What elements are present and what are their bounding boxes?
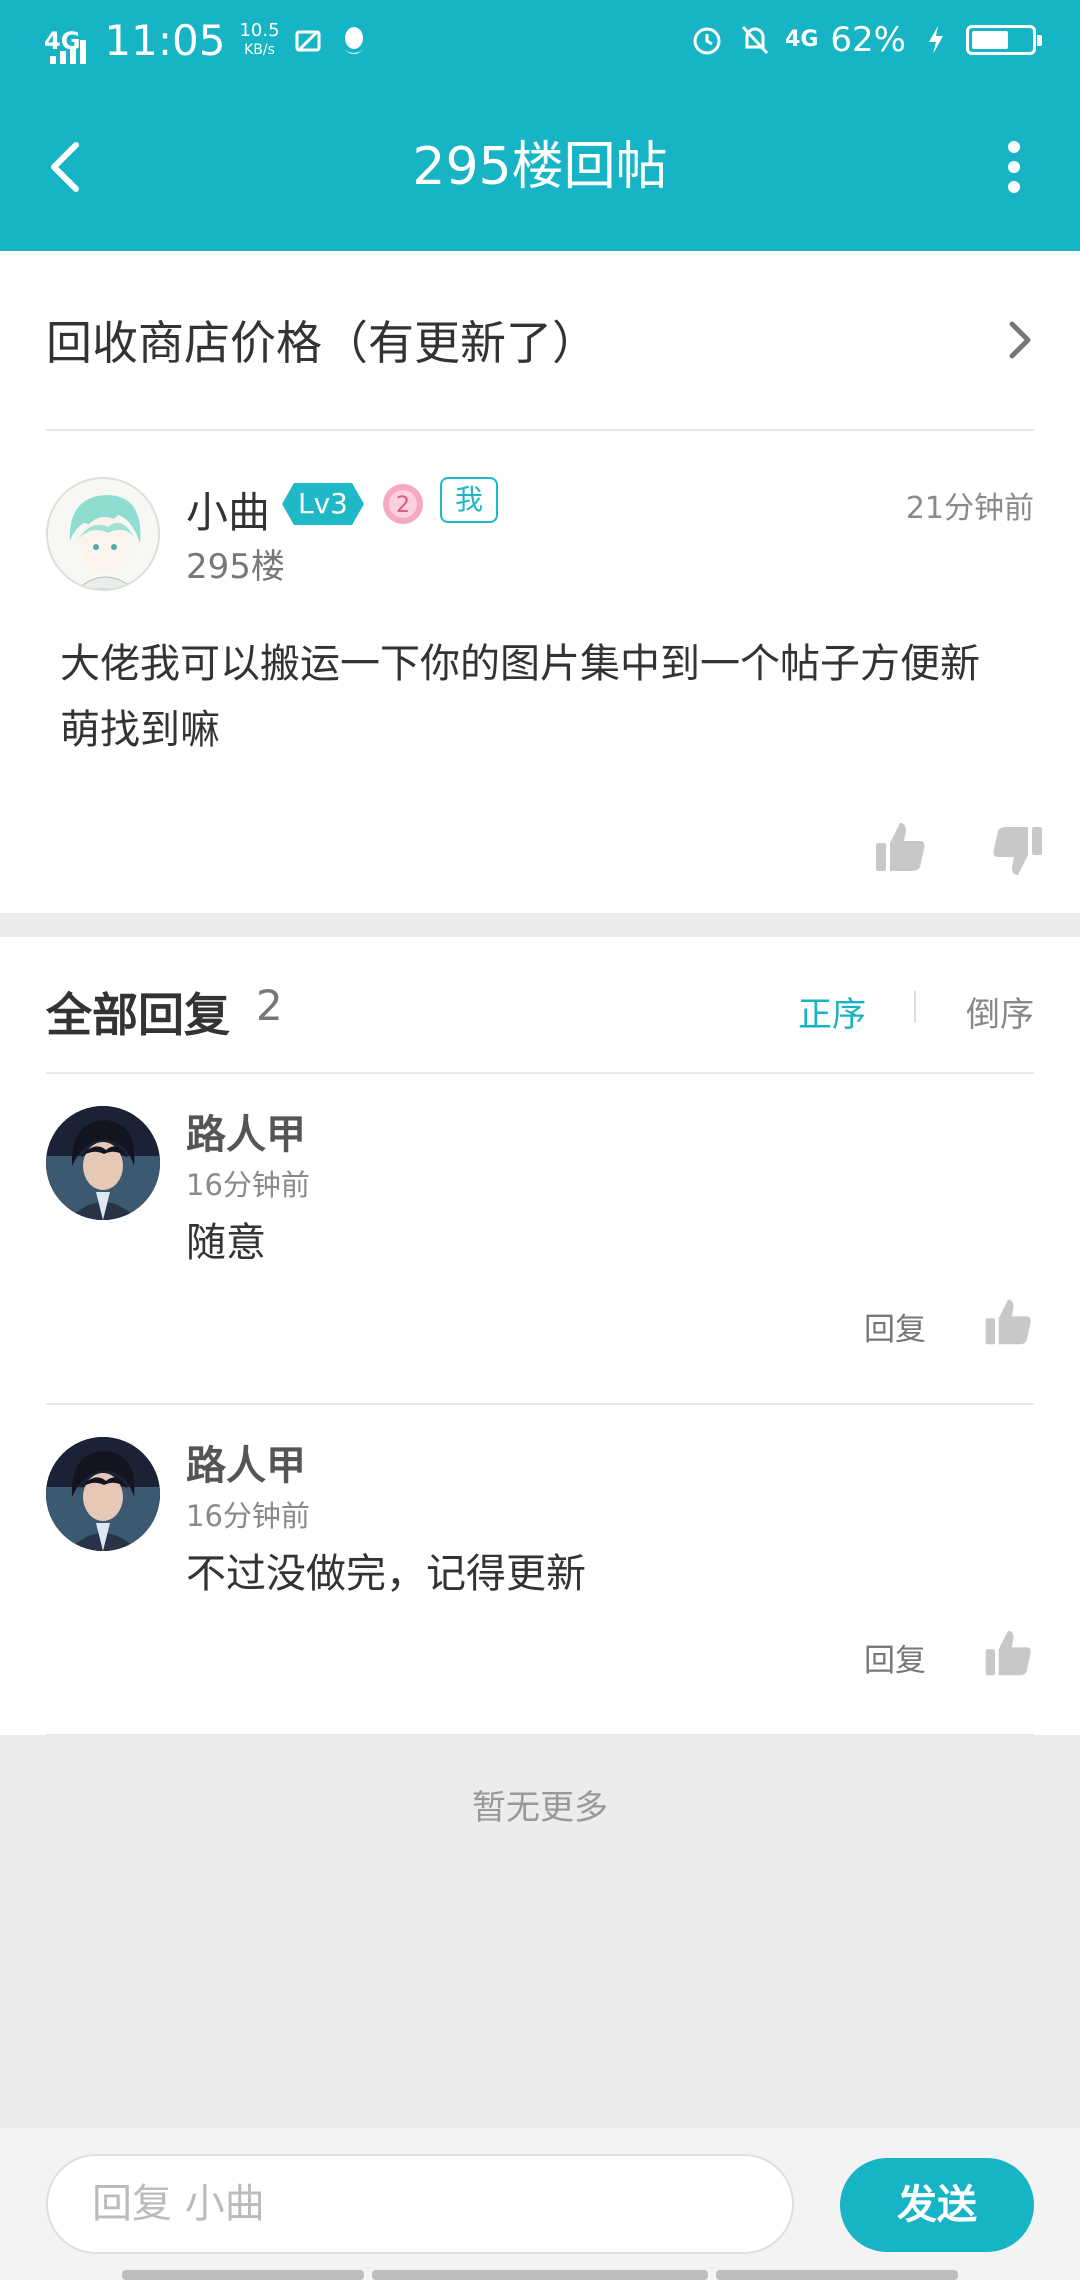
status-time: 11:05 xyxy=(104,16,226,65)
reply-like-button[interactable] xyxy=(982,1627,1034,1679)
reply-author-name[interactable]: 路人甲 xyxy=(186,1433,306,1491)
post-time: 21分钟前 xyxy=(905,491,1034,526)
speed-value: 10.5 xyxy=(239,20,280,41)
like-button[interactable] xyxy=(872,819,928,875)
send-button[interactable]: 发送 xyxy=(840,2158,1034,2252)
status-bar: 4G 11:05 10.5 KB/s 4G 62% xyxy=(0,0,1080,84)
avatar[interactable] xyxy=(46,1437,160,1551)
charging-icon xyxy=(918,22,954,58)
no-more-label: 暂无更多 xyxy=(472,1788,608,1828)
reply-item: 路人甲 16分钟前 随意 回复 xyxy=(46,1074,1034,1405)
gesture-bar-left xyxy=(122,2270,364,2280)
page-title: 295楼回帖 xyxy=(412,137,668,197)
network-type-right: 4G xyxy=(785,27,819,52)
floor-label: 295楼 xyxy=(186,547,285,587)
reply-text: 不过没做完，记得更新 xyxy=(186,1551,586,1597)
avatar[interactable] xyxy=(46,477,160,591)
replies-count: 2 xyxy=(256,981,283,1030)
reply-text: 随意 xyxy=(186,1220,266,1266)
dislike-button[interactable] xyxy=(990,823,1046,879)
reply-like-button[interactable] xyxy=(982,1296,1034,1348)
reply-time: 16分钟前 xyxy=(186,1168,310,1202)
reply-button[interactable]: 回复 xyxy=(864,1304,926,1349)
author-name[interactable]: 小曲 xyxy=(186,479,270,540)
speed-unit: KB/s xyxy=(244,42,275,58)
thread-link[interactable]: 回收商店价格（有更新了） xyxy=(46,251,1034,431)
network-speed: 10.5 KB/s xyxy=(239,22,279,59)
thread-title: 回收商店价格（有更新了） xyxy=(46,316,598,370)
more-options-button[interactable] xyxy=(984,132,1044,202)
mute-icon xyxy=(737,22,773,58)
post-author-row: 小曲 Lv3 2 我 21分钟前 295楼 xyxy=(46,477,1034,597)
anime-avatar-image xyxy=(46,1437,160,1551)
signal-icon xyxy=(50,39,87,64)
replies-header: 全部回复 2 正序 倒序 xyxy=(46,937,1034,1074)
screenshot-icon xyxy=(290,23,326,59)
qq-icon xyxy=(336,23,372,59)
medal-badge-number: 2 xyxy=(396,493,410,518)
reply-composer: 发送 xyxy=(0,2128,1080,2280)
status-right: 4G 62% xyxy=(689,20,1042,60)
battery-icon xyxy=(966,25,1042,55)
post-body: 大佬我可以搬运一下你的图片集中到一个帖子方便新萌找到嘛 xyxy=(60,641,980,753)
battery-percent: 62% xyxy=(830,20,906,60)
replies-section: 全部回复 2 正序 倒序 路人甲 16分钟前 随意 回复 路人甲 16分钟前 不… xyxy=(0,937,1080,1736)
post-card: 回收商店价格（有更新了） 小曲 Lv3 2 我 21分钟前 295楼 大佬我可以… xyxy=(0,251,1080,913)
reply-author-name[interactable]: 路人甲 xyxy=(186,1102,306,1160)
gesture-bar-right xyxy=(716,2270,958,2280)
thumbs-up-icon xyxy=(985,1299,1031,1345)
replies-title: 全部回复 xyxy=(46,988,230,1042)
chevron-right-icon xyxy=(1009,321,1031,359)
status-left: 4G 11:05 10.5 KB/s xyxy=(44,16,372,65)
reply-button[interactable]: 回复 xyxy=(864,1635,926,1680)
battery-fill xyxy=(972,31,1008,49)
sort-descending-button[interactable]: 倒序 xyxy=(966,987,1034,1036)
app-header: 4G 11:05 10.5 KB/s 4G 62% 295楼回帖 xyxy=(0,0,1080,251)
reply-item: 路人甲 16分钟前 不过没做完，记得更新 回复 xyxy=(46,1405,1034,1736)
medal-badge-icon: 2 xyxy=(382,483,424,525)
me-badge: 我 xyxy=(440,477,498,523)
sort-divider xyxy=(914,991,916,1023)
anime-avatar-image xyxy=(46,1106,160,1220)
alarm-icon xyxy=(689,22,725,58)
anime-avatar-image xyxy=(48,479,158,589)
nav-bar: 295楼回帖 xyxy=(0,84,1080,251)
gesture-bar-center xyxy=(372,2270,708,2280)
level-badge: Lv3 xyxy=(282,483,364,525)
reply-time: 16分钟前 xyxy=(186,1499,310,1533)
more-vertical-icon xyxy=(1008,141,1020,193)
avatar[interactable] xyxy=(46,1106,160,1220)
thumbs-down-icon xyxy=(993,827,1042,875)
thumbs-up-icon xyxy=(985,1630,1031,1676)
sort-ascending-button[interactable]: 正序 xyxy=(798,987,866,1036)
reply-input[interactable] xyxy=(46,2154,794,2254)
thumbs-up-icon xyxy=(876,823,925,871)
